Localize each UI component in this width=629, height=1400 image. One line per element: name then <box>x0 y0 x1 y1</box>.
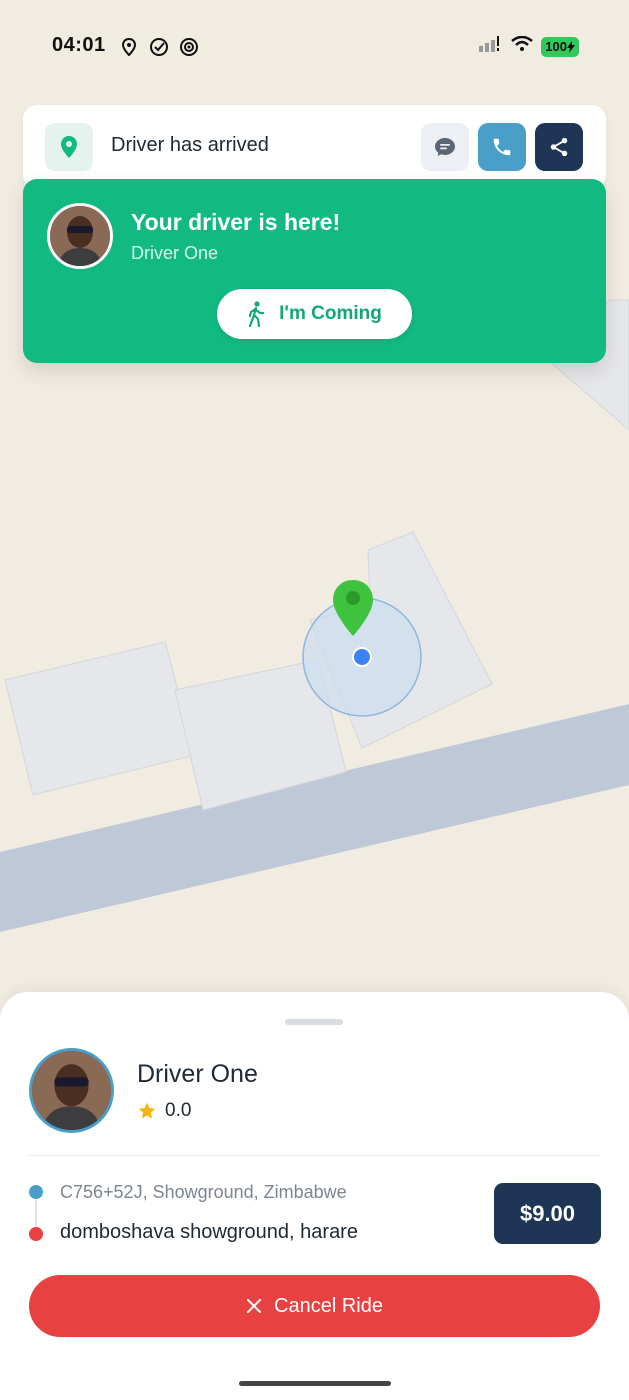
pickup-address: C756+52J, Showground, Zimbabwe <box>60 1182 347 1202</box>
pickup-dot-icon <box>29 1185 43 1199</box>
signal-icon <box>479 36 503 57</box>
arrived-driver-name: Driver One <box>131 243 219 263</box>
driver-name: Driver One <box>137 1060 258 1088</box>
walking-person-icon <box>249 301 265 327</box>
battery-indicator: 100 <box>541 36 579 57</box>
target-icon <box>178 36 200 58</box>
driver-rating: 0.0 <box>137 1100 191 1122</box>
chat-button[interactable] <box>421 123 469 171</box>
dropoff-address: domboshava showground, harare <box>60 1221 358 1243</box>
ride-status-title: Driver has arrived <box>111 134 269 156</box>
home-indicator[interactable] <box>239 1381 391 1386</box>
dropoff-dot-icon <box>29 1227 43 1241</box>
wifi-icon <box>511 35 534 57</box>
cancel-ride-label: Cancel Ride <box>274 1294 383 1317</box>
close-icon <box>247 1299 262 1313</box>
star-icon <box>138 1102 156 1119</box>
call-button[interactable] <box>478 123 526 171</box>
sheet-drag-handle[interactable] <box>285 1019 343 1025</box>
route-connector <box>35 1196 37 1230</box>
battery-level: 100 <box>545 39 567 54</box>
check-circle-icon <box>148 36 170 58</box>
divider <box>29 1155 600 1156</box>
phone-icon <box>493 138 511 156</box>
location-pin-icon <box>45 123 93 171</box>
rating-value: 0.0 <box>165 1100 192 1121</box>
ride-status-bar: Driver has arrived <box>23 105 606 189</box>
im-coming-label: I'm Coming <box>279 303 382 324</box>
cancel-ride-button[interactable]: Cancel Ride <box>29 1275 600 1337</box>
status-bar: 04:01 100 <box>0 0 629 95</box>
chat-icon <box>435 138 455 156</box>
fare-badge: $9.00 <box>494 1183 601 1244</box>
charging-icon <box>567 40 575 53</box>
im-coming-button[interactable]: I'm Coming <box>217 289 412 339</box>
driver-location-pin-icon <box>333 580 373 636</box>
driver-arrived-card: Your driver is here! Driver One I'm Comi… <box>23 179 606 363</box>
ride-details-sheet: Driver One 0.0 C756+52J, Showground, Zim… <box>0 992 629 1400</box>
driver-avatar <box>47 203 113 269</box>
share-button[interactable] <box>535 123 583 171</box>
driver-profile-avatar <box>29 1048 114 1133</box>
arrived-title: Your driver is here! <box>131 209 341 235</box>
status-time: 04:01 <box>52 34 106 56</box>
location-status-icon <box>118 36 140 58</box>
share-icon <box>550 137 568 157</box>
